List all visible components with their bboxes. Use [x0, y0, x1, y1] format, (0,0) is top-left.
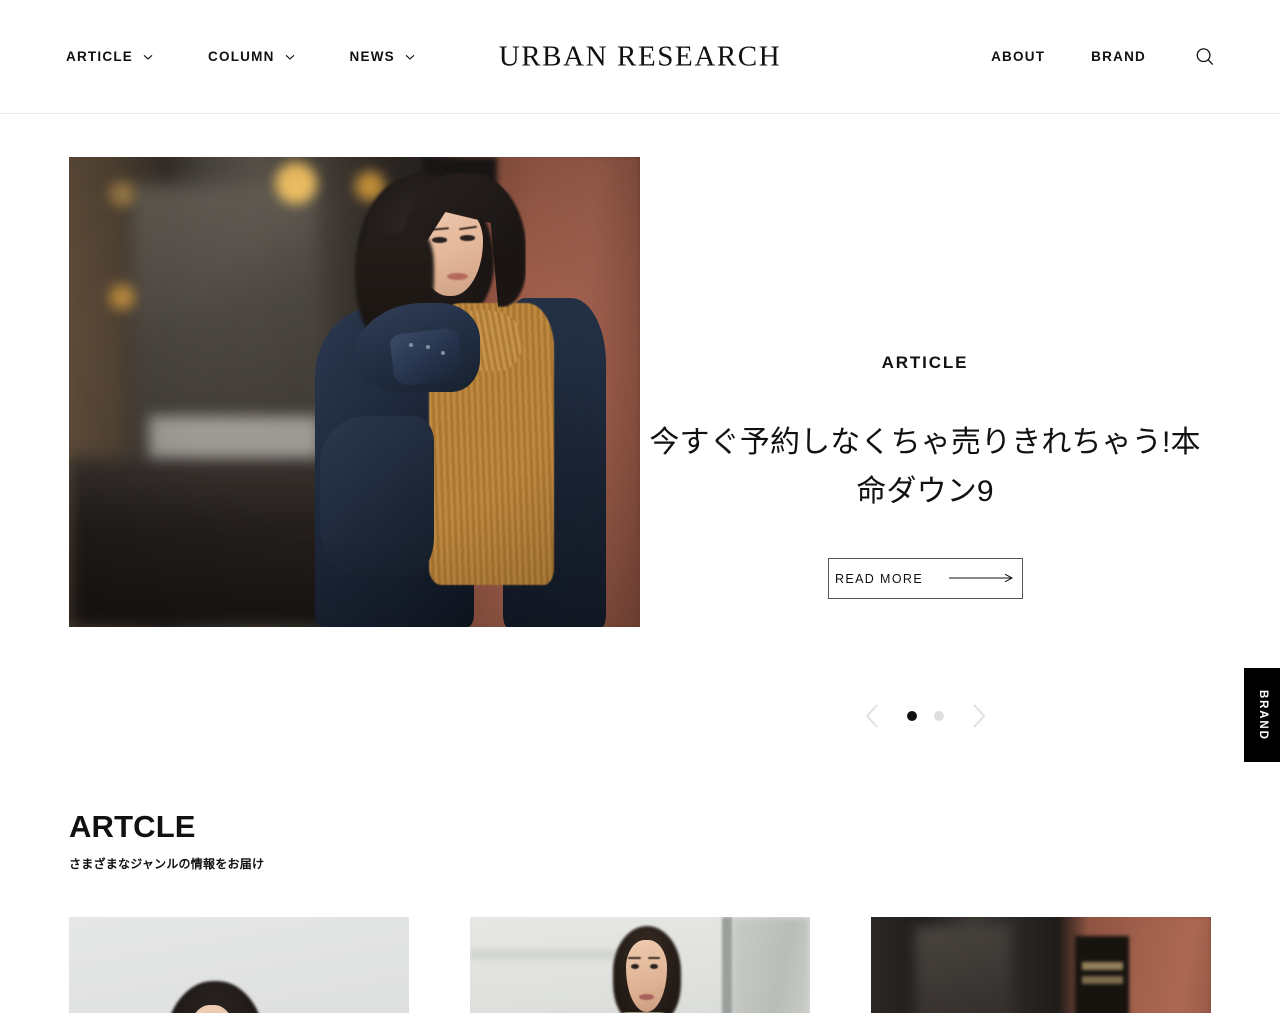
model-arm — [320, 415, 435, 576]
read-more-label: READ MORE — [834, 571, 924, 586]
article-section: ARTCLE さまざまなジャンルの情報をお届け — [0, 809, 1280, 1013]
hero-title: 今すぐ予約しなくちゃ売りきれちゃう!本命ダウン9 — [649, 426, 1201, 508]
carousel-dot-1[interactable] — [906, 711, 917, 721]
carousel-dots — [906, 711, 944, 721]
brand-side-tab-label: BRAND — [1256, 689, 1269, 741]
model-coat-flap — [388, 326, 464, 387]
card2-door-frame — [721, 916, 732, 1013]
nav-item-article[interactable]: ARTICLE — [66, 0, 154, 114]
nav-item-news[interactable]: NEWS — [350, 0, 416, 114]
brand-side-tab[interactable]: BRAND — [1244, 668, 1280, 762]
card3-sign-text — [1081, 976, 1123, 985]
card2-eyebrow — [648, 957, 661, 959]
nav-item-brand[interactable]: BRAND — [1091, 50, 1146, 64]
model-eye — [432, 237, 447, 243]
card3-sign-text — [1081, 961, 1123, 971]
model-eye — [460, 235, 475, 241]
article-card[interactable] — [69, 916, 409, 1013]
article-card-image[interactable] — [871, 916, 1211, 1013]
site-header: ARTICLE COLUMN NEWS URBAN RESEARCH ABOUT… — [0, 0, 1280, 114]
carousel-next-button[interactable] — [958, 696, 998, 736]
hero-text-block: ARTICLE 今すぐ予約しなくちゃ売りきれちゃう!本命ダウン9 READ MO… — [640, 157, 1210, 600]
carousel-prev-button[interactable] — [853, 696, 893, 736]
primary-nav-right: ABOUT BRAND — [991, 0, 1218, 114]
article-card[interactable] — [470, 916, 810, 1013]
model-coat-snap — [409, 342, 414, 347]
carousel-controls — [640, 696, 1210, 736]
nav-item-article-label: ARTICLE — [66, 49, 134, 65]
hero-slide-image[interactable] — [69, 157, 640, 627]
hero-carousel: ARTICLE 今すぐ予約しなくちゃ売りきれちゃう!本命ダウン9 READ MO… — [0, 114, 1280, 728]
article-section-title: ARTCLE — [69, 809, 196, 844]
card2-glass-panel — [731, 916, 810, 1013]
article-card-grid — [69, 916, 1211, 1013]
chevron-down-icon — [142, 51, 154, 63]
hero-photo-model — [69, 157, 640, 627]
card3-shop-sign — [1075, 935, 1130, 1013]
primary-nav-left: ARTICLE COLUMN NEWS — [66, 0, 416, 114]
card2-eyebrow — [628, 957, 641, 959]
article-card[interactable] — [871, 916, 1211, 1013]
site-logo[interactable]: URBAN RESEARCH — [499, 40, 782, 73]
search-icon[interactable] — [1192, 44, 1218, 70]
chevron-down-icon — [404, 51, 416, 63]
nav-item-about[interactable]: ABOUT — [991, 50, 1045, 64]
arrow-right-icon — [949, 570, 1015, 588]
model-lips — [447, 272, 468, 280]
hero-category-label: ARTICLE — [881, 353, 969, 372]
article-card-image[interactable] — [470, 916, 810, 1013]
article-section-header: ARTCLE さまざまなジャンルの情報をお届け — [69, 809, 1211, 872]
article-card-image[interactable] — [69, 916, 409, 1013]
carousel-dot-2[interactable] — [933, 711, 944, 721]
nav-item-news-label: NEWS — [349, 49, 395, 65]
card3-doorway — [915, 926, 1011, 1013]
read-more-button[interactable]: READ MORE — [827, 558, 1023, 600]
nav-item-column[interactable]: COLUMN — [208, 0, 296, 114]
nav-item-column-label: COLUMN — [208, 49, 275, 65]
article-section-subtitle: さまざまなジャンルの情報をお届け — [69, 856, 265, 871]
chevron-down-icon — [284, 51, 296, 63]
